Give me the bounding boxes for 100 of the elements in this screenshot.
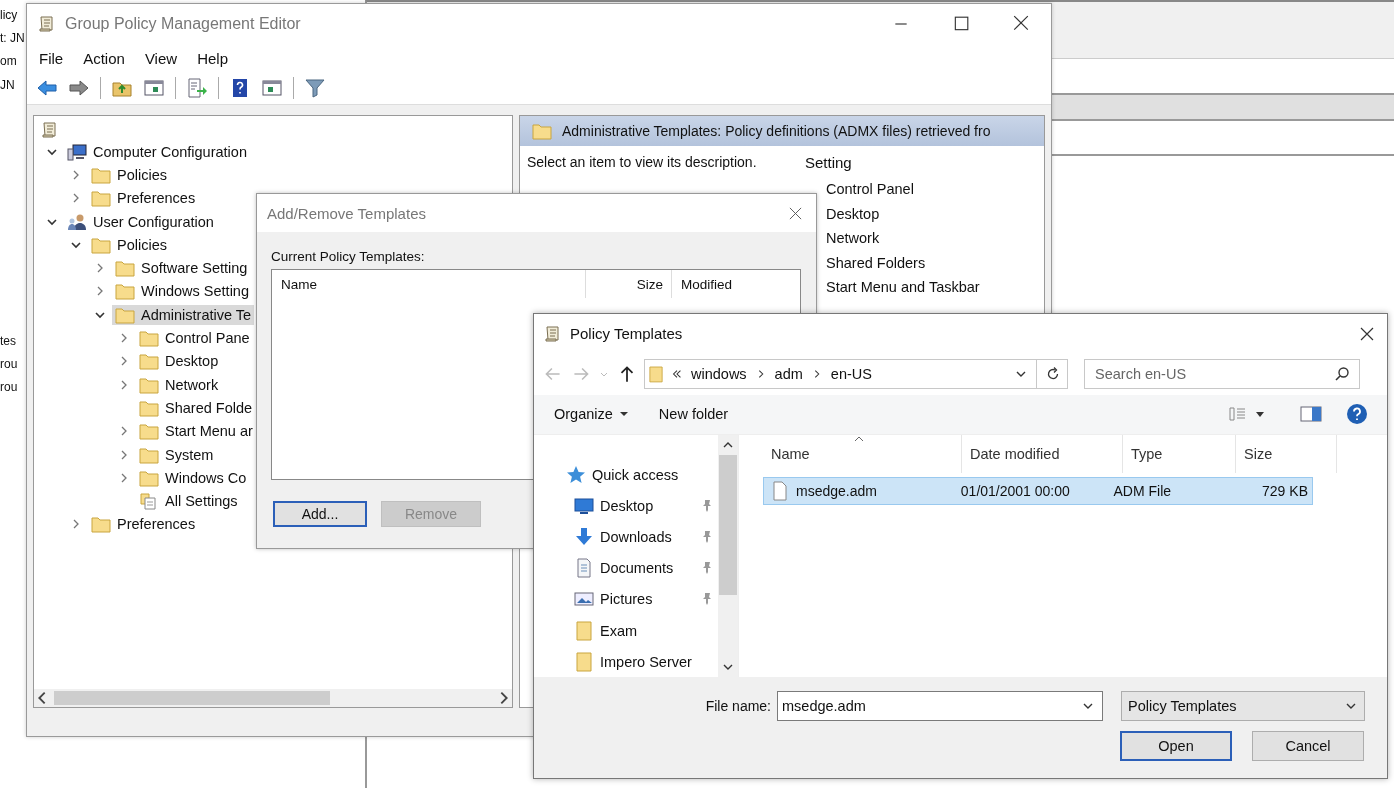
folder-icon xyxy=(574,620,594,641)
tree-label: Shared Folde xyxy=(165,399,253,416)
computer-icon xyxy=(67,142,87,161)
column-header[interactable]: Date modified xyxy=(962,435,1123,474)
folder-icon xyxy=(139,352,159,371)
window-text: licy xyxy=(0,8,18,22)
column-header[interactable]: Size xyxy=(586,270,672,298)
folder-icon xyxy=(91,189,111,208)
pane-title: Administrative Templates: Policy definitions (ADMX files) retrieved fro xyxy=(562,123,991,139)
dialog-button[interactable]: Cancel xyxy=(1252,731,1364,762)
column-header[interactable]: Modified xyxy=(672,270,733,298)
tree-label: Software Setting xyxy=(141,260,248,277)
menu-item[interactable]: File xyxy=(39,49,64,67)
tree-item[interactable]: System xyxy=(136,444,217,465)
column-header[interactable]: Setting xyxy=(805,154,980,181)
nav-item[interactable]: Exam xyxy=(574,620,638,641)
tree-item[interactable]: Software Setting xyxy=(112,258,251,279)
folder-icon xyxy=(139,468,159,487)
breadcrumb-item[interactable]: windows xyxy=(691,366,747,383)
dialog-title: Policy Templates xyxy=(570,325,683,343)
organize-button[interactable]: Organize xyxy=(550,402,633,427)
file-name-field[interactable]: msedge.adm xyxy=(777,691,1103,722)
tree-item[interactable]: Windows Setting xyxy=(112,281,252,302)
tree-item[interactable]: Desktop xyxy=(136,351,222,372)
folder-icon xyxy=(91,235,111,254)
window-text: JN xyxy=(0,78,15,92)
tree-item[interactable]: Windows Co xyxy=(136,467,250,488)
window-text: tes xyxy=(0,334,16,348)
tree-item[interactable]: Start Menu ar xyxy=(136,421,256,442)
file-type-dropdown[interactable]: Policy Templates xyxy=(1121,691,1365,722)
menu-item[interactable]: View xyxy=(144,49,178,67)
tree-label: Desktop xyxy=(165,353,219,370)
table-cell-text: 01/01/2001 00:00 xyxy=(959,483,1071,500)
file-row[interactable]: msedge.adm 01/01/2001 00:00 ADM File 729 KB xyxy=(763,477,1313,506)
horizontal-scrollbar[interactable] xyxy=(34,689,512,707)
folder-icon xyxy=(139,422,159,441)
tree-item[interactable]: Policies xyxy=(88,164,170,185)
users-icon xyxy=(67,212,87,231)
nav-item[interactable]: Impero Server xyxy=(574,651,692,672)
tree-label: All Settings xyxy=(165,493,238,510)
column-header[interactable]: Type xyxy=(1123,435,1236,474)
breadcrumb-item[interactable]: adm xyxy=(774,366,803,383)
column-header[interactable]: Size xyxy=(1236,435,1337,474)
double-chevron-icon[interactable] xyxy=(671,368,683,381)
tree-item[interactable]: Preferences xyxy=(88,514,199,535)
tree-label: Windows Setting xyxy=(141,283,249,300)
tree-item[interactable]: Computer Configuration xyxy=(64,141,250,162)
nav-item[interactable]: Desktop xyxy=(574,495,654,516)
folder-icon xyxy=(115,259,135,278)
description-text: Select an item to view its description. xyxy=(527,154,757,170)
window-text: rou xyxy=(0,357,18,371)
window-text: om xyxy=(0,54,17,68)
tree-item[interactable]: Policies xyxy=(88,234,170,255)
tree-label: Start Menu ar xyxy=(165,423,253,440)
nav-item[interactable]: Pictures xyxy=(574,589,653,610)
scroll-thumb[interactable] xyxy=(54,691,330,705)
filter-icon[interactable] xyxy=(303,76,327,100)
tree-item[interactable]: Network xyxy=(136,374,222,395)
tree-item[interactable]: All Settings xyxy=(136,491,241,512)
folder-icon xyxy=(91,165,111,184)
tree-item[interactable]: Preferences xyxy=(88,188,199,209)
documents-icon xyxy=(139,492,159,511)
column-header[interactable]: Name xyxy=(763,435,962,474)
dialog-button[interactable]: Open xyxy=(1120,731,1232,762)
folder-icon xyxy=(139,445,159,464)
nav-item[interactable]: Documents xyxy=(574,558,674,579)
field-label: File name: xyxy=(705,698,771,715)
close-icon[interactable] xyxy=(1359,325,1375,342)
tree-label: Preferences xyxy=(117,190,196,207)
folder-icon xyxy=(91,515,111,534)
scroll-thumb[interactable] xyxy=(719,455,737,596)
help-icon[interactable] xyxy=(1345,402,1369,427)
document-icon xyxy=(574,558,594,579)
desktop-icon xyxy=(574,495,594,516)
search-field[interactable]: Search en-US xyxy=(1084,359,1360,390)
nav-item[interactable]: Downloads xyxy=(574,527,672,548)
tree-label: Preferences xyxy=(117,516,196,533)
tree-item[interactable]: User Configuration xyxy=(64,211,217,232)
tree-item[interactable]: Control Pane xyxy=(136,328,253,348)
folder-icon xyxy=(574,651,594,672)
column-header[interactable]: Name xyxy=(272,270,586,298)
folder-icon xyxy=(139,375,159,394)
menu-item[interactable]: Action xyxy=(83,49,125,67)
nav-item[interactable]: Quick access xyxy=(566,464,679,485)
window-text: rou xyxy=(0,380,18,394)
tree-item[interactable]: Shared Folde xyxy=(136,397,256,418)
menu-item[interactable]: Help xyxy=(197,49,228,67)
breadcrumb-item[interactable]: en-US xyxy=(830,366,872,383)
close-icon[interactable] xyxy=(788,205,803,221)
tree-label: Network xyxy=(165,376,219,393)
vertical-scrollbar[interactable] xyxy=(718,435,738,678)
tree-item[interactable]: Administrative Te xyxy=(112,304,255,325)
tree-label: Policies xyxy=(117,236,167,253)
window-text: t: JN xyxy=(0,31,25,45)
folder-icon xyxy=(649,364,663,385)
export-list-icon[interactable] xyxy=(185,76,209,100)
address-bar[interactable]: windows adm en-US xyxy=(644,359,1068,390)
folder-icon xyxy=(139,398,159,417)
dialog-button[interactable]: Add... xyxy=(273,501,367,527)
new-folder-button[interactable]: New folder xyxy=(654,402,733,427)
